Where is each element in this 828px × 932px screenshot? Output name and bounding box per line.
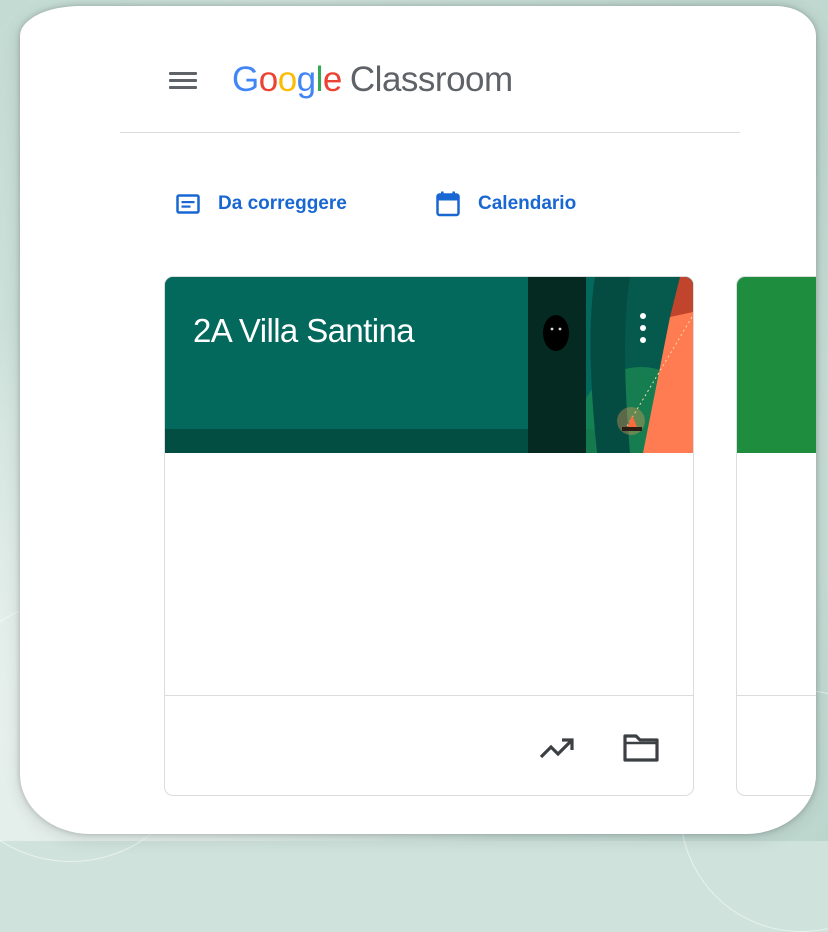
to-review-link[interactable]: Da correggere [176,189,347,219]
class-card-header[interactable]: 2A Villa Santina [165,277,693,453]
google-classroom-logo[interactable]: Google Classroom [232,58,513,102]
to-review-label: Da correggere [218,193,347,214]
logo-letter: l [315,60,324,99]
next-class-card[interactable] [736,276,816,796]
class-name[interactable]: 2A Villa Santina [193,311,415,351]
hamburger-menu-icon[interactable] [166,68,200,94]
next-card-footer-divider [737,695,816,696]
more-vert-icon[interactable] [631,311,655,345]
next-class-card-header [737,277,816,453]
trending-up-icon[interactable] [537,729,577,769]
header-divider [120,132,740,133]
logo-product-name: Classroom [349,60,513,99]
logo-letter: g [296,60,316,99]
classroom-window: Google Classroom Da correggere Calendario [20,6,816,834]
logo-letter: e [322,60,342,99]
card-footer-divider [165,695,693,696]
logo-letter: o [258,60,278,99]
calendar-icon [436,191,460,217]
calendar-label: Calendario [478,193,577,214]
folder-icon[interactable] [619,727,663,769]
forest-campfire-illustration [165,277,693,453]
logo-letter: o [277,60,297,99]
class-card[interactable]: 2A Villa Santina [164,276,694,796]
assignment-icon [176,194,200,214]
logo-letter: G [232,60,259,99]
calendar-link[interactable]: Calendario [436,189,576,219]
